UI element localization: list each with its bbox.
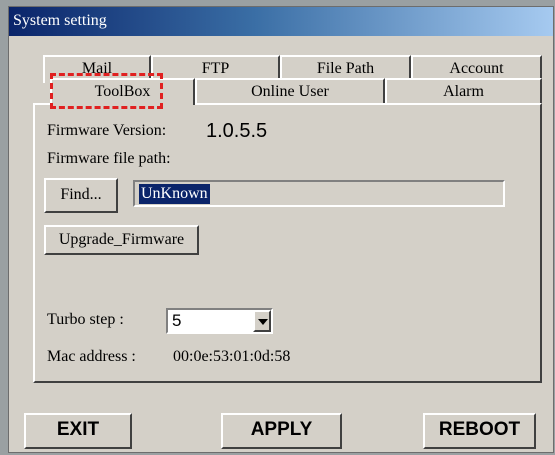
find-button[interactable]: Find...	[44, 178, 118, 213]
firmware-path-field[interactable]: UnKnown	[133, 180, 505, 207]
firmware-path-label: Firmware file path:	[47, 150, 171, 167]
exit-button[interactable]: EXIT	[24, 413, 132, 449]
tab-alarm[interactable]: Alarm	[385, 78, 542, 106]
firmware-version-value: 1.0.5.5	[206, 120, 268, 142]
turbo-step-label: Turbo step :	[47, 311, 124, 328]
upgrade-firmware-button[interactable]: Upgrade_Firmware	[44, 225, 199, 255]
turbo-step-value: 5	[172, 311, 182, 330]
tab-online-user[interactable]: Online User	[195, 78, 385, 106]
tab-toolbox[interactable]: ToolBox	[50, 78, 195, 105]
reboot-button[interactable]: REBOOT	[423, 413, 536, 449]
turbo-step-select[interactable]: 5	[166, 308, 273, 334]
window-title: System setting	[13, 12, 107, 29]
title-bar[interactable]: System setting	[9, 7, 553, 36]
firmware-version-label: Firmware Version:	[47, 122, 167, 139]
apply-button[interactable]: APPLY	[221, 413, 342, 449]
firmware-path-value: UnKnown	[139, 184, 210, 204]
mac-address-label: Mac address :	[47, 348, 136, 365]
chevron-down-icon[interactable]	[253, 310, 271, 332]
mac-address-value: 00:0e:53:01:0d:58	[173, 348, 291, 365]
